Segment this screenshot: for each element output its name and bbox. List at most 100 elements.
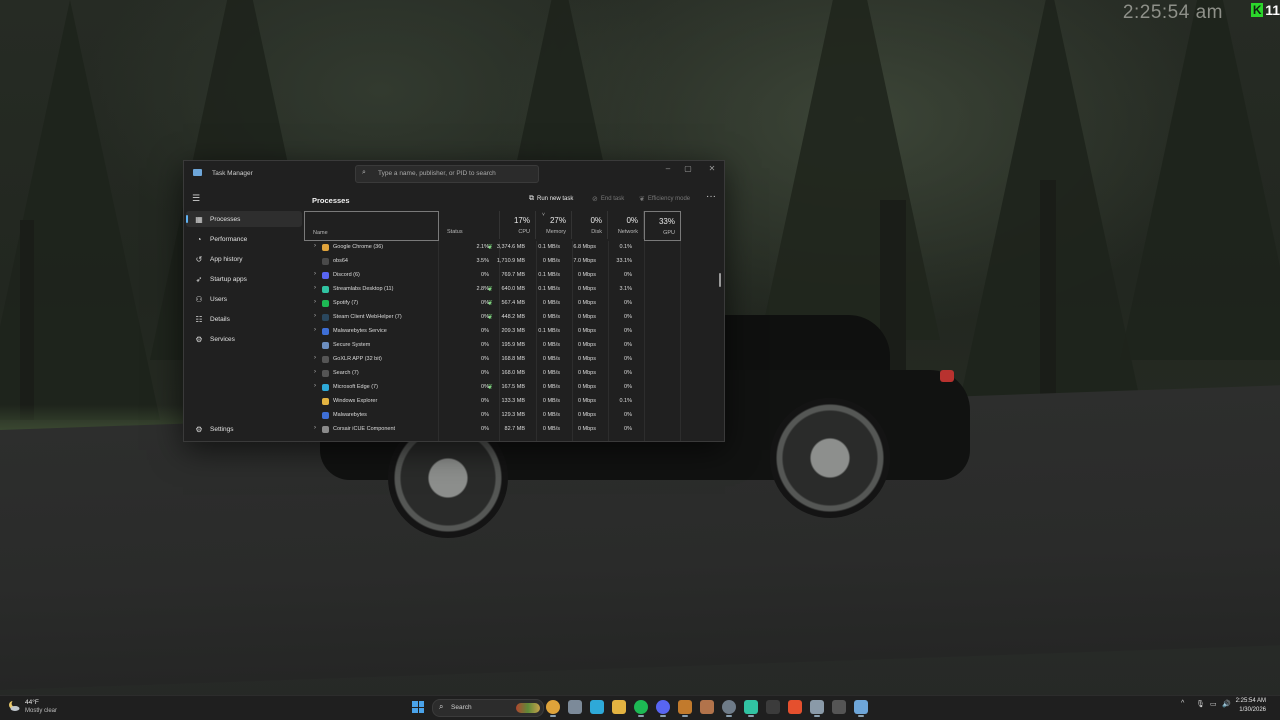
sidebar-item-label: App history — [210, 255, 243, 263]
table-row[interactable]: › Corsair iCUE Component 0% 82.7 MB 0 MB/s 0 … — [304, 423, 724, 437]
taskbar-time[interactable]: 2:25:54 AM — [1236, 698, 1266, 704]
table-row[interactable]: › Google Chrome (36) ❦ 2.1% 3,374.6 MB 0.1 MB… — [304, 241, 724, 255]
table-row[interactable]: Malwarebytes 0% 129.3 MB 0 MB/s 0 Mbps 0% — [304, 409, 724, 423]
table-row[interactable]: › Spotify (7) ❦ 0% 567.4 MB 0 MB/s 0 Mbps 0% — [304, 297, 724, 311]
minimize-button[interactable]: – — [660, 164, 676, 173]
table-row[interactable]: › Search (7) 0% 168.0 MB 0 MB/s 0 Mbps 0% — [304, 367, 724, 381]
taskbar-date[interactable]: 1/30/2026 — [1239, 707, 1266, 713]
cell-net: 0 Mbps — [577, 300, 596, 306]
cell-mem: 448.2 MB — [501, 314, 525, 320]
sidebar-item-label: Startup apps — [210, 275, 247, 283]
cell-net: 6.8 Mbps — [573, 244, 596, 250]
end-task-label: End task — [600, 196, 625, 202]
streamlabs-icon[interactable] — [744, 700, 758, 717]
table-row[interactable]: › Microsoft Edge (7) ❦ 0% 167.5 MB 0 MB/s 0 Mb… — [304, 381, 724, 395]
chevron-right-icon[interactable]: › — [314, 313, 316, 319]
tray-chevron-icon[interactable]: ^ — [1181, 700, 1184, 707]
process-name: Streamlabs Desktop (11) — [333, 286, 394, 292]
start-button[interactable] — [412, 701, 424, 713]
maximize-button[interactable]: ▢ — [680, 164, 696, 173]
steam-icon[interactable] — [722, 700, 736, 717]
taskbar-search[interactable]: ⌕ Search — [432, 699, 544, 717]
table-row[interactable]: › Malwarebytes Service 0% 209.3 MB 0.1 MB/s 0… — [304, 325, 724, 339]
chevron-right-icon[interactable]: › — [314, 383, 316, 389]
cell-net: 0 Mbps — [577, 384, 596, 390]
chevron-right-icon[interactable]: › — [314, 369, 316, 375]
cell-cpu: 0% — [481, 426, 489, 432]
search-icon: ⌕ — [362, 169, 366, 176]
network-icon[interactable]: ▭ — [1210, 700, 1217, 708]
sidebar-item-settings[interactable]: ⚙ Settings — [186, 421, 302, 437]
xbox-icon[interactable] — [832, 700, 846, 714]
title-bar[interactable]: Task Manager ⌕ Type a name, publisher, o… — [184, 161, 724, 187]
chrome-icon[interactable] — [546, 700, 560, 717]
adobe-illustrator-icon[interactable] — [700, 700, 714, 714]
cell-cpu: 0% — [481, 412, 489, 418]
discord-icon[interactable] — [656, 700, 670, 717]
column-disk[interactable]: 0% Disk — [572, 211, 608, 239]
cell-gpu: 0% — [624, 300, 632, 306]
chevron-right-icon[interactable]: › — [314, 271, 316, 277]
settings-icon[interactable] — [810, 700, 824, 717]
terminal-icon[interactable] — [766, 700, 780, 714]
column-status[interactable]: Status — [439, 211, 500, 239]
table-row[interactable]: Windows Explorer 0% 133.3 MB 0 MB/s 0 Mbps 0.… — [304, 395, 724, 409]
table-row[interactable]: › Discord (6) 0% 769.7 MB 0.1 MB/s 0 Mbps 0% — [304, 269, 724, 283]
end-task-button[interactable]: ⊘ End task — [592, 195, 624, 203]
sidebar-item-startup-apps[interactable]: ➶ Startup apps — [186, 271, 302, 287]
edge-icon[interactable] — [590, 700, 604, 714]
chevron-right-icon[interactable]: › — [314, 243, 316, 249]
table-row[interactable]: › Streamlabs Desktop (11) ❦ 2.8% 640.0 MB 0.1… — [304, 283, 724, 297]
column-gpu[interactable]: 33% GPU — [644, 211, 681, 241]
end-task-icon: ⊘ — [592, 196, 598, 203]
cell-net: 0 Mbps — [577, 370, 596, 376]
process-icon — [322, 356, 329, 363]
table-row[interactable]: › Steam Client WebHelper (7) ❦ 0% 448.2 MB 0 … — [304, 311, 724, 325]
sidebar-item-details[interactable]: ☷ Details — [186, 311, 302, 327]
sidebar-item-users[interactable]: ⚇ Users — [186, 291, 302, 307]
chevron-right-icon[interactable]: › — [314, 425, 316, 431]
column-cpu[interactable]: 17% CPU — [500, 211, 536, 239]
volume-icon[interactable]: 🔊 — [1222, 700, 1231, 708]
cell-cpu: 3.5% — [476, 258, 489, 264]
column-memory[interactable]: ˅ 27% Memory — [536, 211, 572, 239]
sidebar-item-processes[interactable]: ▦ Processes — [186, 211, 302, 227]
close-button[interactable]: ✕ — [704, 164, 720, 173]
table-row[interactable]: Secure System 0% 195.9 MB 0 MB/s 0 Mbps 0% — [304, 339, 724, 353]
sidebar: ☰ ▦ Processes ◔ Performance ↺ App histor… — [184, 187, 304, 441]
sidebar-item-label: Processes — [210, 215, 241, 223]
spotify-icon[interactable] — [634, 700, 648, 717]
search-input[interactable]: ⌕ Type a name, publisher, or PID to sear… — [355, 165, 539, 183]
hamburger-icon[interactable]: ☰ — [192, 193, 200, 204]
scrollbar-thumb[interactable] — [719, 273, 721, 287]
chevron-right-icon[interactable]: › — [314, 355, 316, 361]
cpu-total: 17% — [513, 216, 530, 225]
sidebar-item-app-history[interactable]: ↺ App history — [186, 251, 302, 267]
weather-temp[interactable]: 44°F — [25, 699, 39, 706]
sidebar-item-services[interactable]: ⚙ Services — [186, 331, 302, 347]
run-new-task-button[interactable]: ⧉ Run new task — [529, 195, 573, 203]
weather-desc[interactable]: Mostly clear — [25, 708, 57, 714]
table-row[interactable]: › GoXLR APP (32 bit) 0% 168.8 MB 0 MB/s 0 Mbp… — [304, 353, 724, 367]
table-row[interactable]: obs64 3.5% 1,710.9 MB 0 MB/s 7.0 Mbps 33.1% — [304, 255, 724, 269]
chevron-right-icon[interactable]: › — [314, 327, 316, 333]
process-icon — [322, 342, 329, 349]
cell-gpu: 0% — [624, 370, 632, 376]
sidebar-item-label: Details — [210, 315, 230, 323]
more-options-button[interactable]: ··· — [706, 191, 716, 202]
column-network[interactable]: 0% Network — [608, 211, 644, 239]
task-manager-icon[interactable] — [854, 700, 868, 717]
file-explorer-icon[interactable] — [568, 700, 582, 714]
sidebar-item-performance[interactable]: ◔ Performance — [186, 231, 302, 247]
microphone-icon[interactable]: 🎙 — [1196, 700, 1205, 708]
folder-icon[interactable] — [612, 700, 626, 714]
chevron-right-icon[interactable]: › — [314, 299, 316, 305]
app-history-icon: ↺ — [195, 254, 203, 264]
column-name[interactable]: Name — [304, 211, 439, 241]
process-list: › Google Chrome (36) ❦ 2.1% 3,374.6 MB 0.1 MB… — [304, 241, 724, 441]
brave-icon[interactable] — [788, 700, 802, 714]
efficiency-mode-button[interactable]: ❦ Efficiency mode — [639, 195, 690, 203]
chevron-right-icon[interactable]: › — [314, 285, 316, 291]
moon-cloud-icon — [9, 700, 20, 711]
obs-icon[interactable] — [678, 700, 692, 717]
